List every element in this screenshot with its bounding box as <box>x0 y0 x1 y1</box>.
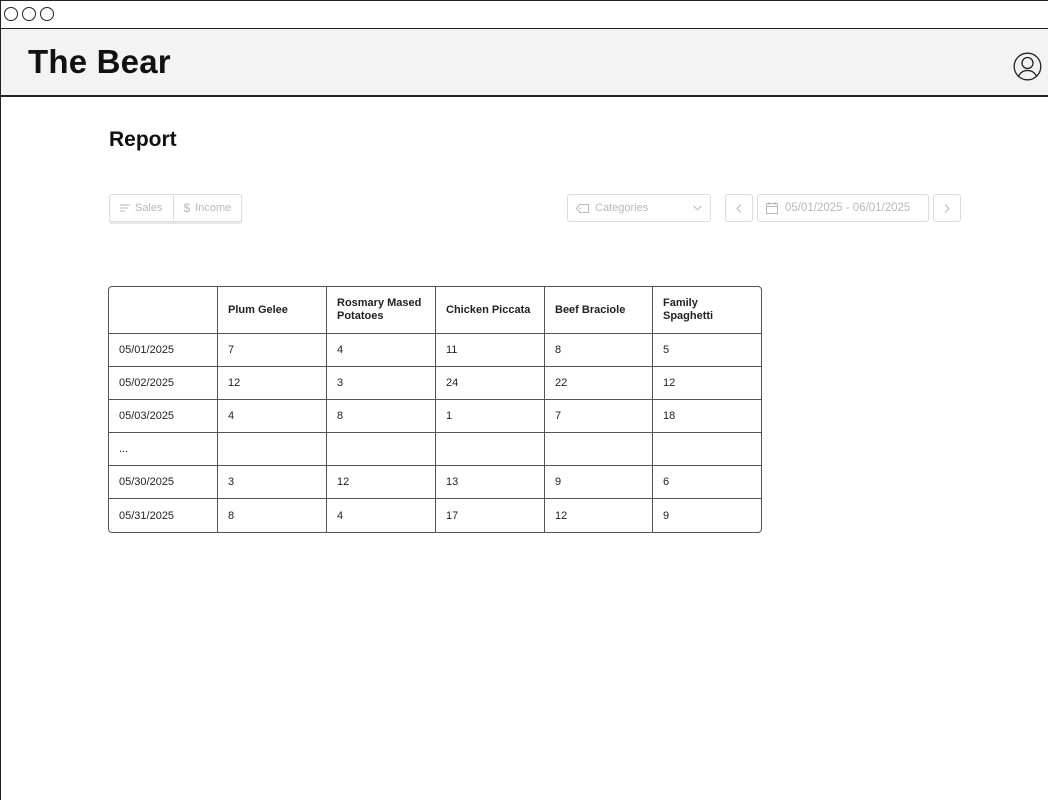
tab-income-label: Income <box>195 202 232 214</box>
date-range-value: 05/01/2025 - 06/01/2025 <box>785 202 911 214</box>
quantity-cell: 8 <box>545 334 653 367</box>
table-row: 05/01/2025 7 4 11 8 5 <box>109 334 761 367</box>
column-header: Plum Gelee <box>218 287 327 334</box>
window-titlebar <box>1 1 1048 29</box>
quantity-cell: 3 <box>327 367 436 400</box>
chevron-down-icon <box>693 205 702 211</box>
quantity-cell <box>436 433 545 466</box>
app-title: The Bear <box>28 43 171 80</box>
date-range-picker[interactable]: 05/01/2025 - 06/01/2025 <box>757 194 929 222</box>
column-header: Family Spaghetti <box>653 287 761 334</box>
quantity-cell: 18 <box>653 400 761 433</box>
close-window-button[interactable] <box>4 7 18 21</box>
table-row: 05/03/2025 4 8 1 7 18 <box>109 400 761 433</box>
quantity-cell: 3 <box>218 466 327 499</box>
quantity-cell: 13 <box>436 466 545 499</box>
date-cell: 05/01/2025 <box>109 334 218 367</box>
quantity-cell: 17 <box>436 499 545 532</box>
quantity-cell: 12 <box>653 367 761 400</box>
tab-income[interactable]: $ Income <box>172 195 242 221</box>
quantity-cell: 5 <box>653 334 761 367</box>
quantity-cell: 11 <box>436 334 545 367</box>
column-header: Rosmary Mased Potatoes <box>327 287 436 334</box>
quantity-cell <box>545 433 653 466</box>
chevron-left-icon <box>736 203 742 213</box>
quantity-cell: 12 <box>545 499 653 532</box>
previous-range-button[interactable] <box>725 194 753 222</box>
date-cell: 05/31/2025 <box>109 499 218 532</box>
date-cell: ... <box>109 433 218 466</box>
table-row: 05/30/2025 3 12 13 9 6 <box>109 466 761 499</box>
column-header <box>109 287 218 334</box>
calendar-icon <box>766 202 778 214</box>
maximize-window-button[interactable] <box>40 7 54 21</box>
report-type-toggle: Sales $ Income <box>109 194 243 222</box>
tab-sales[interactable]: Sales <box>110 195 173 221</box>
table-row: 05/02/2025 12 3 24 22 12 <box>109 367 761 400</box>
quantity-cell: 6 <box>653 466 761 499</box>
page-title: Report <box>109 128 177 151</box>
quantity-cell: 4 <box>218 400 327 433</box>
quantity-cell: 9 <box>663 509 670 522</box>
table-row: ... <box>109 433 761 466</box>
table-header-row: Plum Gelee Rosmary Mased Potatoes Chicke… <box>109 287 761 334</box>
quantity-cell <box>218 433 327 466</box>
quantity-cell: 7 <box>545 400 653 433</box>
quantity-cell: 9 <box>545 466 653 499</box>
column-header: Chicken Piccata <box>436 287 545 334</box>
table-row: 05/31/2025 8 4 17 12 9 <box>109 499 761 532</box>
quantity-cell: 1 <box>436 400 545 433</box>
column-header: Beef Braciole <box>545 287 653 334</box>
date-cell: 05/03/2025 <box>109 400 218 433</box>
quantity-cell: 22 <box>545 367 653 400</box>
quantity-cell: 4 <box>327 334 436 367</box>
app-header: The Bear <box>1 29 1048 97</box>
next-range-button[interactable] <box>933 194 961 222</box>
date-cell: 05/30/2025 <box>109 466 218 499</box>
list-icon <box>120 204 130 212</box>
user-avatar-icon[interactable] <box>1013 52 1042 81</box>
dollar-icon: $ <box>183 201 191 215</box>
quantity-cell: 24 <box>436 367 545 400</box>
quantity-cell: 12 <box>218 367 327 400</box>
tag-icon <box>576 203 589 213</box>
categories-dropdown[interactable]: Categories <box>567 194 711 222</box>
quantity-cell: 12 <box>327 466 436 499</box>
quantity-cell <box>327 433 436 466</box>
quantity-cell: 8 <box>218 499 327 532</box>
quantity-cell: 8 <box>327 400 436 433</box>
chevron-right-icon <box>944 203 950 213</box>
date-cell: 05/02/2025 <box>109 367 218 400</box>
minimize-window-button[interactable] <box>22 7 36 21</box>
quantity-cell <box>653 433 761 466</box>
categories-placeholder: Categories <box>595 202 649 214</box>
report-table: Plum Gelee Rosmary Mased Potatoes Chicke… <box>108 286 762 533</box>
tab-sales-label: Sales <box>135 202 163 214</box>
quantity-cell: 4 <box>327 499 436 532</box>
quantity-cell: 7 <box>218 334 327 367</box>
app-window: The Bear Report Sales $ Income Categorie… <box>0 0 1048 800</box>
